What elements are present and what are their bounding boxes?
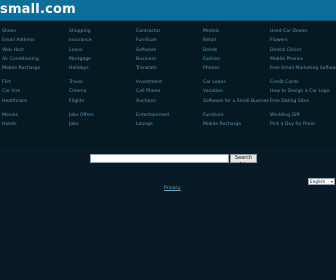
related-link[interactable]: Holidays	[69, 64, 135, 73]
related-link[interactable]: Furniture	[203, 111, 269, 120]
related-link[interactable]: Dental Clinics	[270, 46, 336, 55]
privacy-link[interactable]: Privacy	[164, 186, 181, 191]
related-link[interactable]: Used Car Dealer	[270, 27, 336, 36]
related-link[interactable]: Flights	[69, 97, 135, 106]
related-link[interactable]: Free Dating Sites	[270, 97, 336, 106]
top-bar: small.com	[0, 0, 336, 21]
search-form: Search Ads	[90, 154, 260, 168]
related-link[interactable]: Entertainment	[136, 111, 202, 120]
search-ads-button[interactable]: Search Ads	[230, 154, 257, 168]
related-link[interactable]: Pick a Day for Prom	[270, 120, 336, 129]
search-input[interactable]	[90, 154, 229, 163]
related-link[interactable]: Shopping	[69, 27, 135, 36]
chevron-down-icon: ▾	[330, 179, 333, 184]
related-link[interactable]: Lounge	[136, 120, 202, 129]
related-link[interactable]: Mobile Recharge	[203, 120, 269, 129]
related-link[interactable]: Movies	[2, 111, 68, 120]
links-column-2: Shopping Insurance Loans Mortgage Holidays Tr…	[69, 27, 135, 129]
related-link[interactable]: Flirt	[2, 78, 68, 87]
related-link[interactable]: How to Design a Car Logo	[270, 87, 336, 96]
related-link[interactable]: Fashion	[203, 55, 269, 64]
related-link[interactable]: Retail	[203, 36, 269, 45]
related-link[interactable]: Cinema	[69, 87, 135, 96]
related-link[interactable]: Loans	[69, 46, 135, 55]
related-link[interactable]: Travel	[69, 78, 135, 87]
related-link[interactable]: Healthcare	[2, 97, 68, 106]
related-link[interactable]: Investment	[136, 78, 202, 87]
related-link[interactable]: Credit Cards	[270, 78, 336, 87]
related-link[interactable]: Vacation	[203, 87, 269, 96]
related-link[interactable]: Furniture	[136, 36, 202, 45]
related-link[interactable]: Jobs Offers	[69, 111, 135, 120]
links-column-5: Used Car Dealer Flowers Dental Clinics Mobi…	[270, 27, 336, 129]
related-link[interactable]: Flowers	[270, 36, 336, 45]
links-column-3: Contractor Furniture Software Business Trans…	[136, 27, 202, 129]
related-link[interactable]: Shoes	[2, 27, 68, 36]
links-column-1: Shoes Email Address Web Host Air Conditioni…	[2, 27, 68, 129]
related-link[interactable]: Mobile Phones	[270, 55, 336, 64]
related-link[interactable]: Web Host	[2, 46, 68, 55]
related-link[interactable]: Translate	[136, 64, 202, 73]
related-link[interactable]: Free Email Marketing Software	[270, 64, 336, 73]
related-link[interactable]: Software	[136, 46, 202, 55]
links-column-4: Models Retail Bonds Fashion Phones Car Loans V…	[203, 27, 269, 129]
related-link[interactable]: Software for a Small Business	[203, 97, 269, 106]
related-link[interactable]: Business	[136, 55, 202, 64]
related-link[interactable]: Insurance	[69, 36, 135, 45]
language-selected-value: English	[310, 179, 326, 184]
related-link[interactable]: Models	[203, 27, 269, 36]
related-link[interactable]: Mobile Recharge	[2, 64, 68, 73]
related-link[interactable]: Car hire	[2, 87, 68, 96]
related-link[interactable]: Email Address	[2, 36, 68, 45]
related-link[interactable]: Wedding Gift	[270, 111, 336, 120]
related-link[interactable]: Auctions	[136, 97, 202, 106]
site-logo[interactable]: small.com	[0, 2, 76, 18]
related-link[interactable]: Phones	[203, 64, 269, 73]
language-select[interactable]: English ▾	[308, 178, 335, 185]
related-link[interactable]: Hotels	[2, 120, 68, 129]
related-link[interactable]: Cell Phone	[136, 87, 202, 96]
related-link[interactable]: Car Loans	[203, 78, 269, 87]
related-link[interactable]: Jobs	[69, 120, 135, 129]
related-link[interactable]: Contractor	[136, 27, 202, 36]
related-link[interactable]: Bonds	[203, 46, 269, 55]
related-link[interactable]: Mortgage	[69, 55, 135, 64]
related-link[interactable]: Air Conditioning	[2, 55, 68, 64]
related-links-panel: Shoes Email Address Web Host Air Conditioni…	[0, 22, 336, 148]
